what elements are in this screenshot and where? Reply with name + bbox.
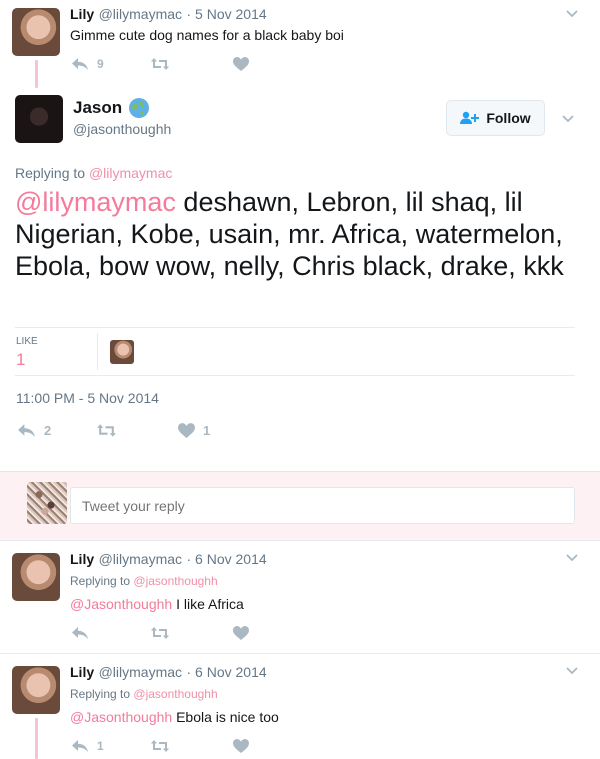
chevron-down-icon[interactable] <box>564 663 580 679</box>
author-handle[interactable]: @jasonthoughh <box>73 121 171 137</box>
mention-link[interactable]: @lilymaymac <box>15 187 176 217</box>
thread-line <box>35 718 38 759</box>
reply-icon <box>72 58 88 70</box>
likes-value: 1 <box>16 350 26 369</box>
replying-to-link[interactable]: @lilymaymac <box>89 165 172 181</box>
retweet-icon <box>151 58 169 70</box>
mention-link[interactable]: @Jasonthoughh <box>70 709 172 725</box>
author-name-row: Jason <box>73 97 150 119</box>
reply-input[interactable] <box>70 487 575 524</box>
tweet-text: @lilymaymac deshawn, Lebron, lil shaq, l… <box>15 187 564 281</box>
divider <box>15 327 575 328</box>
author-handle[interactable]: @lilymaymac <box>99 551 182 567</box>
retweet-button[interactable] <box>150 57 170 71</box>
heart-icon <box>233 739 249 753</box>
replying-to-link[interactable]: @jasonthoughh <box>133 687 217 701</box>
author-name[interactable]: Jason <box>73 98 122 118</box>
author-handle[interactable]: @lilymaymac <box>99 6 182 22</box>
avatar[interactable] <box>12 553 60 601</box>
tweet-text: @Jasonthoughh Ebola is nice too <box>70 709 279 725</box>
like-count: 1 <box>203 423 211 438</box>
heart-icon <box>233 57 249 71</box>
like-button[interactable] <box>233 626 249 640</box>
globe-icon <box>129 98 150 118</box>
liker-avatar[interactable] <box>110 340 134 364</box>
reply-count: 2 <box>44 423 52 438</box>
divider <box>97 333 98 370</box>
reply-button[interactable] <box>71 626 89 640</box>
avatar[interactable] <box>12 666 60 714</box>
add-user-icon <box>460 111 480 124</box>
avatar[interactable] <box>27 482 67 524</box>
divider <box>15 375 575 376</box>
like-button[interactable] <box>233 57 249 71</box>
like-button[interactable]: 1 <box>178 423 210 438</box>
likes-stat[interactable]: LIKE 1 <box>16 336 38 370</box>
thread-line <box>35 60 38 88</box>
reply-icon <box>72 627 88 639</box>
replying-to: Replying to @jasonthoughh <box>70 687 218 701</box>
timestamp[interactable]: 11:00 PM - 5 Nov 2014 <box>16 390 159 406</box>
reply-icon <box>72 740 88 752</box>
mention-link[interactable]: @Jasonthoughh <box>70 596 172 612</box>
chevron-down-icon[interactable] <box>564 550 580 566</box>
heart-icon <box>178 423 195 438</box>
retweet-icon <box>97 424 116 437</box>
retweet-icon <box>151 740 169 752</box>
divider <box>0 653 600 654</box>
tweet-date[interactable]: 6 Nov 2014 <box>195 551 267 567</box>
avatar[interactable] <box>15 95 63 143</box>
heart-icon <box>233 626 249 640</box>
tweet-text: Gimme cute dog names for a black baby bo… <box>70 27 344 43</box>
follow-label: Follow <box>486 110 531 126</box>
chevron-down-icon[interactable] <box>560 111 576 127</box>
tweet-date[interactable]: 6 Nov 2014 <box>195 664 267 680</box>
retweet-button[interactable] <box>150 739 170 753</box>
author-name[interactable]: Lily <box>70 664 94 680</box>
author-name[interactable]: Lily <box>70 551 94 567</box>
tweet-date[interactable]: 5 Nov 2014 <box>195 6 267 22</box>
author-handle[interactable]: @lilymaymac <box>99 664 182 680</box>
retweet-button[interactable] <box>96 423 117 438</box>
retweet-icon <box>151 627 169 639</box>
replying-to: Replying to @lilymaymac <box>15 165 173 181</box>
reply-count: 9 <box>97 57 104 71</box>
reply-button[interactable]: 1 <box>71 739 104 753</box>
author-name[interactable]: Lily <box>70 6 94 22</box>
reply-count: 1 <box>97 739 104 753</box>
replying-to: Replying to @jasonthoughh <box>70 574 218 588</box>
tweet-header: Lily @lilymaymac · 6 Nov 2014 <box>70 664 267 680</box>
tweet-header: Lily @lilymaymac · 5 Nov 2014 <box>70 6 267 22</box>
like-button[interactable] <box>233 739 249 753</box>
retweet-button[interactable] <box>150 626 170 640</box>
reply-button[interactable]: 9 <box>71 57 104 71</box>
reply-button[interactable]: 2 <box>17 423 51 438</box>
avatar[interactable] <box>12 8 60 56</box>
follow-button[interactable]: Follow <box>446 100 545 136</box>
replying-to-link[interactable]: @jasonthoughh <box>133 574 217 588</box>
reply-icon <box>18 424 35 437</box>
chevron-down-icon[interactable] <box>564 6 580 22</box>
likes-label: LIKE <box>16 336 38 347</box>
tweet-text: @Jasonthoughh I like Africa <box>70 596 244 612</box>
tweet-header: Lily @lilymaymac · 6 Nov 2014 <box>70 551 267 567</box>
